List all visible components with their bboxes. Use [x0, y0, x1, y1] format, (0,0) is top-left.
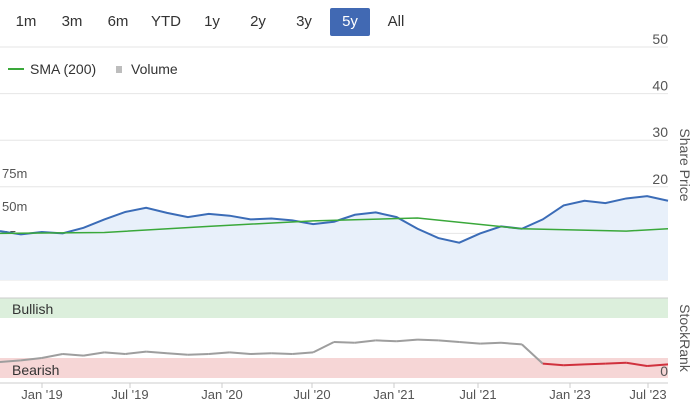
bullish-label: Bullish [12, 301, 53, 317]
stockrank-line-segment [333, 341, 355, 344]
stockrank-line-segment [500, 341, 522, 346]
sma-legend-label: SMA (200) [30, 61, 96, 77]
x-tick-label: Jul '19 [111, 387, 148, 402]
x-tick-label: Jan '21 [373, 387, 415, 402]
rank-axis-title: StockRank [677, 304, 693, 373]
price-tick-label: 20 [652, 171, 668, 187]
bullish-band [0, 298, 668, 318]
price-tick-label: 30 [652, 124, 668, 140]
stockrank-line-segment [459, 341, 481, 345]
x-tick-label: Jan '19 [21, 387, 63, 402]
stockrank-line-segment [125, 350, 147, 355]
x-tick-label: Jul '20 [293, 387, 330, 402]
stockrank-line-segment [417, 338, 439, 342]
x-tick-label: Jul '23 [629, 387, 666, 402]
x-tick-label: Jan '20 [201, 387, 243, 402]
bearish-label: Bearish [12, 362, 59, 378]
price-tick-label: 40 [652, 78, 668, 94]
stockrank-line-segment [271, 352, 293, 355]
volume-tick-label: 50m [2, 199, 27, 214]
stockrank-line-segment [187, 353, 209, 356]
stockrank-line-segment [62, 353, 84, 357]
stockrank-line-segment [605, 361, 627, 365]
price-panel: 0.001020304050025m50m75mSMA (200)VolumeS… [0, 31, 693, 281]
stockrank-line-segment [41, 353, 63, 359]
rank-tick-label: 0 [660, 363, 668, 379]
stockrank-line-segment [208, 351, 230, 355]
x-tick-label: Jul '21 [459, 387, 496, 402]
stockrank-line-segment [354, 339, 376, 344]
stockrank-line-segment [396, 338, 418, 343]
stockrank-line-segment [480, 341, 502, 345]
stockrank-line-segment [312, 341, 335, 354]
stockrank-line-segment [375, 339, 397, 343]
price-axis-title: Share Price [677, 128, 693, 201]
stockrank-line-segment [438, 339, 460, 343]
volume-legend-swatch [116, 66, 122, 73]
stockrank-line-segment [146, 350, 168, 355]
stockrank-line-segment [584, 362, 606, 366]
volume-legend-label: Volume [131, 61, 178, 77]
stockrank-line-segment [83, 351, 105, 357]
volume-tick-label: 75m [2, 166, 27, 181]
bearish-band [0, 358, 668, 378]
stockrank-line-segment [104, 351, 126, 355]
stockrank-line-segment [250, 352, 272, 355]
stockrank-line-segment [229, 351, 251, 355]
stockrank-panel: Bullish Bearish 0 StockRank Jan '19 Jul '19 Ja… [0, 297, 693, 402]
price-area [0, 196, 668, 280]
x-tick-label: Jan '23 [549, 387, 591, 402]
price-tick-label: 50 [652, 31, 668, 47]
stockrank-line-segment [166, 352, 188, 356]
stock-chart: 0.001020304050025m50m75mSMA (200)VolumeS… [0, 31, 693, 402]
stockrank-line-segment [563, 363, 585, 367]
stockrank-line-segment [292, 351, 314, 355]
